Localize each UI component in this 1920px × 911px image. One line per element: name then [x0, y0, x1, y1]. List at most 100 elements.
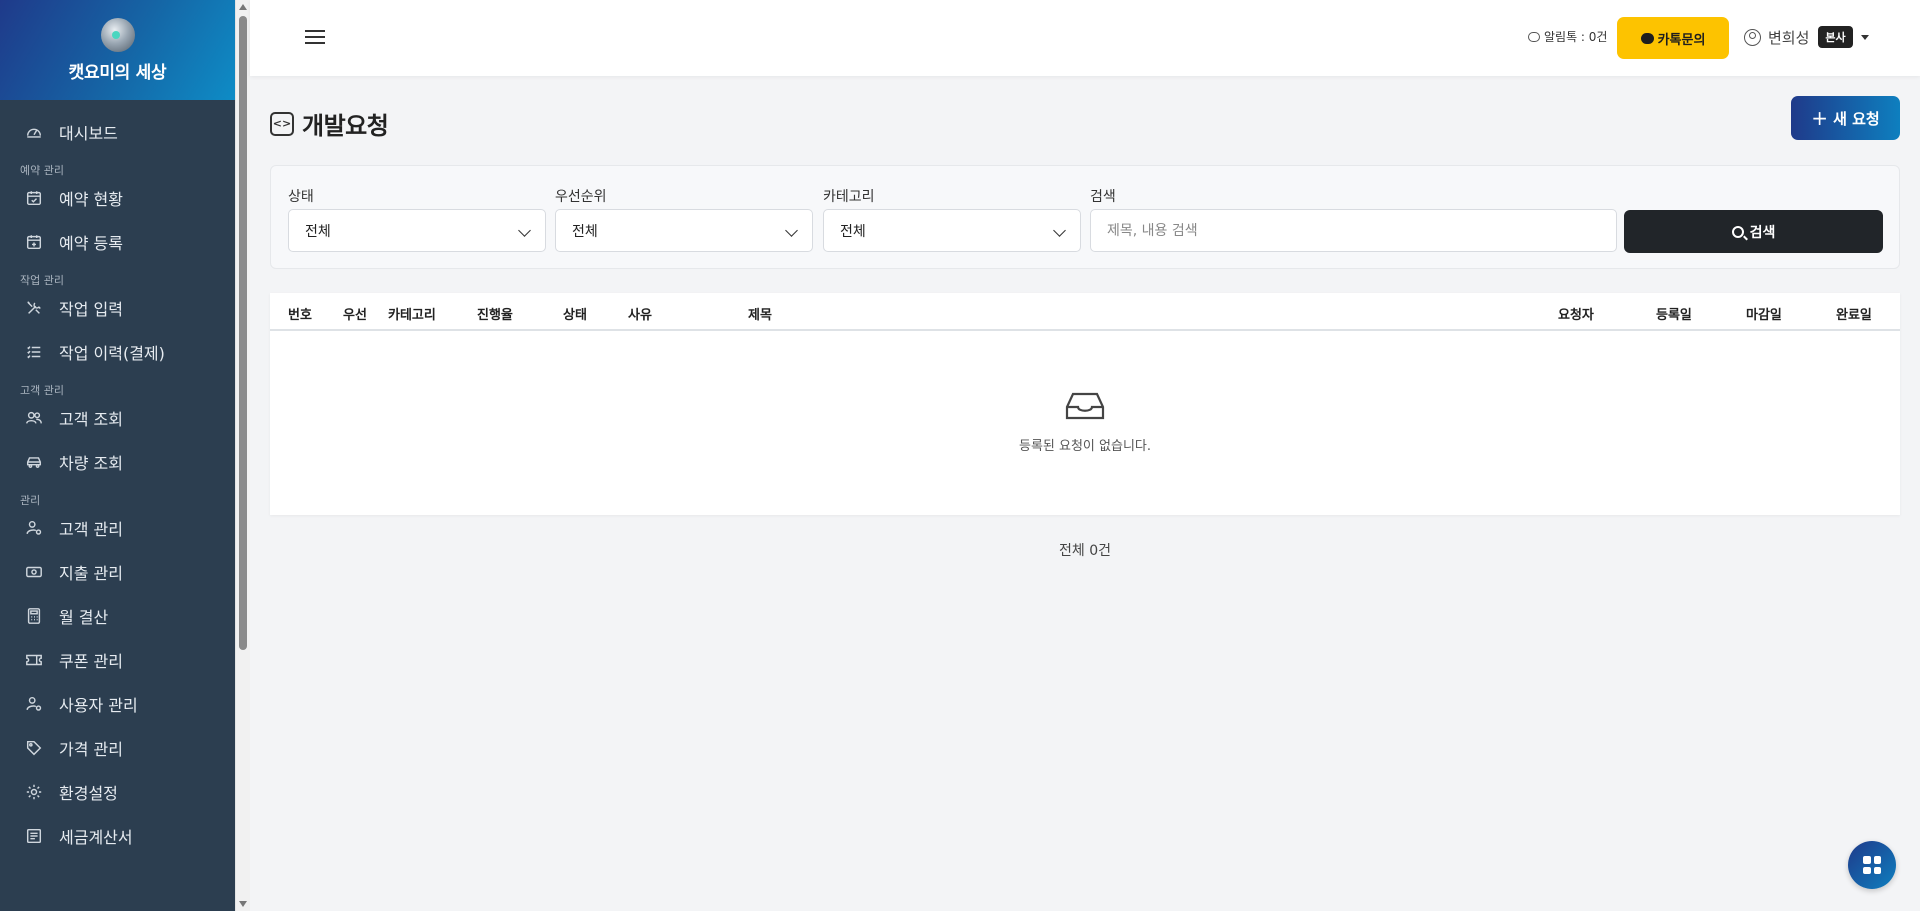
sidebar-item-label: 고객 조회 — [59, 410, 123, 429]
sidebar-item[interactable]: 사용자 관리 — [0, 682, 235, 726]
column-header[interactable]: 번호 — [288, 304, 312, 323]
sidebar-nav: 대시보드 예약 관리 예약 현황 예약 등록 작업 관리 작업 입력 작업 이력(결제) 고객… — [0, 100, 235, 858]
chat-bubble-icon — [1528, 31, 1540, 42]
quick-menu-button[interactable] — [1848, 841, 1896, 889]
column-header[interactable]: 사유 — [628, 304, 652, 323]
scroll-down-arrow[interactable] — [239, 901, 247, 907]
sidebar-item[interactable]: 고객 조회 — [0, 396, 235, 440]
new-request-label: 새 요청 — [1833, 109, 1880, 128]
sidebar-scrollbar[interactable] — [235, 0, 250, 911]
alimtalk-count: 알림톡 : 0건 — [1528, 28, 1607, 45]
category-select[interactable]: 전체 — [823, 209, 1081, 252]
tools-icon — [24, 298, 44, 318]
sidebar-item[interactable]: 예약 현황 — [0, 176, 235, 220]
alimtalk-text: 알림톡 : 0건 — [1544, 30, 1608, 44]
calendar-check-icon — [24, 188, 44, 208]
column-header[interactable]: 등록일 — [1656, 304, 1692, 323]
priority-filter-label: 우선순위 — [555, 189, 607, 205]
kakao-inquiry-button[interactable]: 카톡문의 — [1617, 17, 1729, 59]
search-button[interactable]: 검색 — [1624, 210, 1883, 253]
gear-icon — [24, 782, 44, 802]
sidebar-item[interactable]: 지출 관리 — [0, 550, 235, 594]
search-icon — [1731, 225, 1744, 238]
menu-toggle-icon[interactable] — [305, 27, 325, 47]
page-header: <> 개발요청 — [270, 106, 389, 141]
priority-filter: 우선순위 전체 — [555, 186, 813, 252]
requests-table: 번호 우선 카테고리 진행율 상태 사유 제목 요청자 등록일 마감일 완료일 등록된 요청이 없습… — [270, 293, 1900, 515]
filter-panel: 상태 전체 우선순위 전체 카테고리 전체 검색 검색 — [270, 165, 1900, 269]
sidebar-item[interactable]: 고객 관리 — [0, 506, 235, 550]
column-header[interactable]: 진행율 — [477, 304, 513, 323]
sidebar-section-label: 관리 — [20, 494, 41, 507]
plus-icon: + — [1811, 106, 1829, 130]
column-header[interactable]: 상태 — [563, 304, 587, 323]
sidebar-item-label: 작업 입력 — [59, 300, 123, 319]
total-count: 전체 0건 — [1059, 543, 1111, 559]
sidebar-item[interactable]: 차량 조회 — [0, 440, 235, 484]
sidebar-item-label: 쿠폰 관리 — [59, 652, 123, 671]
sidebar-item[interactable]: 가격 관리 — [0, 726, 235, 770]
calendar-plus-icon — [24, 232, 44, 252]
sidebar-item-label: 월 결산 — [59, 608, 109, 627]
sidebar-item[interactable]: 대시보드 — [0, 110, 235, 154]
sidebar-section-label: 고객 관리 — [20, 384, 64, 397]
sidebar-item-label: 대시보드 — [59, 124, 118, 143]
code-square-icon: <> — [270, 111, 294, 136]
brand-avatar — [100, 17, 135, 52]
column-header[interactable]: 마감일 — [1746, 304, 1782, 323]
sidebar-item-label: 가격 관리 — [59, 740, 123, 759]
user-menu[interactable]: 변희성 본사 — [1744, 26, 1869, 48]
sidebar-item[interactable]: 작업 이력(결제) — [0, 330, 235, 374]
sidebar-item[interactable]: 월 결산 — [0, 594, 235, 638]
sidebar-item-label: 예약 현황 — [59, 190, 123, 209]
status-select[interactable]: 전체 — [288, 209, 546, 252]
sidebar-item[interactable]: 작업 입력 — [0, 286, 235, 330]
category-select-value: 전체 — [840, 223, 866, 240]
brand-title: 캣요미의 세상 — [68, 62, 167, 83]
status-filter-label: 상태 — [288, 189, 314, 205]
category-filter-label: 카테고리 — [823, 189, 875, 205]
person-gear-icon — [24, 694, 44, 714]
status-select-value: 전체 — [305, 223, 331, 240]
column-header[interactable]: 완료일 — [1836, 304, 1872, 323]
sidebar-item[interactable]: 쿠폰 관리 — [0, 638, 235, 682]
tag-icon — [24, 738, 44, 758]
sidebar-item[interactable]: 환경설정 — [0, 770, 235, 814]
user-name: 변희성 — [1768, 28, 1810, 47]
page-title: 개발요청 — [302, 112, 389, 140]
car-icon — [24, 452, 44, 472]
column-header[interactable]: 우선 — [343, 304, 367, 323]
caret-down-icon — [1860, 34, 1869, 40]
person-circle-icon — [1744, 28, 1761, 46]
receipt-icon — [24, 826, 44, 846]
kakao-chat-icon — [1640, 32, 1654, 44]
search-button-label: 검색 — [1749, 224, 1776, 241]
speedometer-icon — [24, 122, 44, 142]
people-icon — [24, 408, 44, 428]
empty-message: 등록된 요청이 없습니다. — [1019, 439, 1151, 454]
new-request-button[interactable]: + 새 요청 — [1791, 96, 1900, 140]
column-header[interactable]: 제목 — [748, 304, 772, 323]
table-header: 번호 우선 카테고리 진행율 상태 사유 제목 요청자 등록일 마감일 완료일 — [270, 293, 1900, 331]
column-header[interactable]: 카테고리 — [388, 304, 436, 323]
sidebar-item[interactable]: 세금계산서 — [0, 814, 235, 858]
sidebar: 캣요미의 세상 대시보드 예약 관리 예약 현황 예약 등록 작업 관리 작업 입력 작업 … — [0, 0, 235, 911]
sidebar-item[interactable]: 예약 등록 — [0, 220, 235, 264]
sidebar-item-label: 작업 이력(결제) — [59, 344, 165, 363]
search-filter: 검색 — [1090, 186, 1617, 252]
search-input[interactable] — [1090, 209, 1617, 252]
chevron-down-icon — [1053, 224, 1066, 237]
grid-icon — [1863, 856, 1881, 874]
priority-select[interactable]: 전체 — [555, 209, 813, 252]
person-gear-icon — [24, 518, 44, 538]
brand-header[interactable]: 캣요미의 세상 — [0, 0, 235, 100]
scrollbar-thumb[interactable] — [239, 16, 247, 650]
sidebar-item-label: 지출 관리 — [59, 564, 123, 583]
sidebar-item-label: 환경설정 — [59, 784, 118, 803]
kakao-inquiry-label: 카톡문의 — [1657, 32, 1706, 48]
scroll-up-arrow[interactable] — [239, 4, 247, 10]
status-filter: 상태 전체 — [288, 186, 546, 252]
sidebar-item-label: 차량 조회 — [59, 454, 123, 473]
column-header[interactable]: 요청자 — [1558, 304, 1594, 323]
chevron-down-icon — [785, 224, 798, 237]
